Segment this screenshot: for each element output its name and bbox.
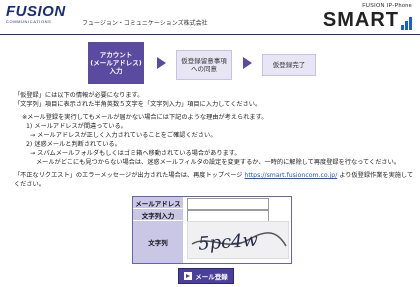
logo-main-text: FUSION xyxy=(6,3,66,20)
error-note-text: 「不正なリクエスト」のエラーメッセージが出力された場合は、再度トップページ xyxy=(14,172,245,179)
header-divider xyxy=(0,34,420,35)
step1-line3: 入力 xyxy=(109,67,123,75)
error-note-text-after: より仮登録作業を実施して xyxy=(337,172,414,179)
company-name: フュージョン・コミュニケーションズ株式会社 xyxy=(82,20,208,27)
step-arrow-icon xyxy=(157,57,166,69)
step-account-input: アカウント (メールアドレス) 入力 xyxy=(88,42,144,84)
note-line: 2) 迷惑メールと判断されている。 xyxy=(26,141,121,148)
note-line: ※メール登録を実行してもメールが届かない場合には下記のような理由が考えられます。 xyxy=(22,114,268,121)
captcha-graphic: 5pc4w xyxy=(191,230,287,255)
mail-register-button[interactable]: メール登録 xyxy=(178,268,234,284)
intro-line-2: 「文字列」項目に表示された半角英数５文字を「文字列入力」項目に入力してください。 xyxy=(14,101,262,108)
step2-line2: への同意 xyxy=(191,65,217,73)
registration-form: メールアドレス 文字列入力 文字列 5pc4w xyxy=(132,196,292,264)
step-arrow-icon xyxy=(243,57,252,69)
text-input-label: 文字列入力 xyxy=(133,209,183,220)
step-agreement: 仮登録留意事項 への同意 xyxy=(176,50,232,80)
email-label: メールアドレス xyxy=(133,197,183,208)
note-line: → スパムメールフォルダもしくはゴミ箱へ移動されている場合があります。 xyxy=(30,150,241,157)
smart-logo[interactable]: FUSION IP-Phone SMART xyxy=(323,3,412,30)
header: FUSION COMMUNICATIONS フュージョン・コミュニケーションズ株… xyxy=(0,0,420,34)
captcha-text: 5pc4w xyxy=(197,230,259,255)
note-line: → メールアドレスが正しく入力されていることをご確認ください。 xyxy=(30,132,217,139)
note-line: メールがどこにも見つからない場合は、迷惑メールフィルタの設定を変更するか、一時的… xyxy=(36,159,400,166)
fusion-logo[interactable]: FUSION COMMUNICATIONS xyxy=(6,4,66,24)
captcha-image: 5pc4w xyxy=(187,221,289,259)
brand-large-text: SMART xyxy=(322,9,399,31)
note-line: 1) メールアドレスが間違っている。 xyxy=(26,123,127,130)
progress-steps: アカウント (メールアドレス) 入力 仮登録留意事項 への同意 仮登録完了 xyxy=(0,42,420,84)
intro-line-1: 「仮登録」には以下の情報が必要になります。 xyxy=(14,92,144,99)
step2-line1: 仮登録留意事項 xyxy=(181,57,227,65)
play-icon xyxy=(184,272,193,280)
step1-line1: アカウント xyxy=(99,51,133,59)
captcha-label: 文字列 xyxy=(133,221,183,263)
top-page-link[interactable]: https://smart.fusioncom.co.jp/ xyxy=(244,172,337,179)
submit-label: メール登録 xyxy=(195,273,228,281)
step1-line2: (メールアドレス) xyxy=(90,59,142,67)
error-note-line2: ください。 xyxy=(14,181,45,188)
signal-bars-icon xyxy=(401,16,412,30)
error-note: 「不正なリクエスト」のエラーメッセージが出力された場合は、再度トップページ ht… xyxy=(14,172,413,180)
step-complete: 仮登録完了 xyxy=(262,54,316,76)
